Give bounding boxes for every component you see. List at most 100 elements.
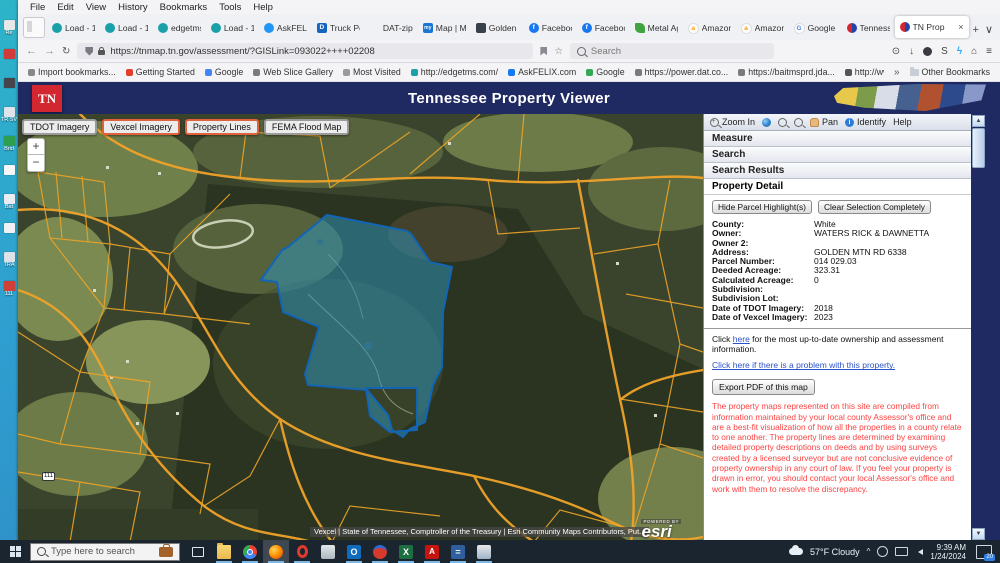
fax-button[interactable] — [315, 540, 341, 563]
acrobat-button[interactable]: A — [419, 540, 445, 563]
weather-label[interactable]: 57°F Cloudy — [810, 547, 860, 557]
desktop-icon[interactable] — [0, 78, 18, 94]
menu-file[interactable]: File — [30, 2, 45, 13]
chrome-button[interactable] — [237, 540, 263, 563]
layer-button-tdot-imagery[interactable]: TDOT Imagery — [22, 119, 97, 135]
browser-tab[interactable]: aAmazon.cc — [736, 18, 789, 38]
pocket-icon[interactable]: ⊙ — [892, 46, 900, 57]
ublock-icon[interactable] — [923, 47, 932, 56]
desktop-icon[interactable] — [0, 49, 18, 65]
bookmark-item[interactable]: http://edgetms.com/ — [411, 67, 498, 77]
desktop-icon[interactable]: TRA — [0, 252, 18, 268]
url-bar[interactable]: https://tnmap.tn.gov/assessment/?GISLink… — [77, 43, 533, 59]
scrollbar-thumb[interactable] — [972, 128, 985, 168]
keyboard-tray-icon[interactable] — [895, 547, 908, 556]
home-icon[interactable]: ⌂ — [971, 46, 977, 57]
browser-tab[interactable]: aAmazon.cc — [683, 18, 736, 38]
bookmark-item[interactable]: Web Slice Gallery — [253, 67, 333, 77]
sidebar-bookmark-icon[interactable] — [540, 47, 547, 56]
bookmark-item[interactable]: https://baitmsprd.jda... — [738, 67, 835, 77]
toolbar-pan[interactable]: Pan — [810, 117, 838, 127]
taskbar-clock[interactable]: 9:39 AM 1/24/2024 — [930, 543, 966, 561]
section-search-results[interactable]: Search Results — [704, 163, 971, 179]
layer-button-vexcel-imagery[interactable]: Vexcel Imagery — [102, 119, 180, 135]
desktop-icon[interactable]: Bat — [0, 194, 18, 210]
start-button[interactable] — [0, 540, 30, 563]
tab-close-icon[interactable]: × — [958, 22, 963, 32]
url-text[interactable]: https://tnmap.tn.gov/assessment/?GISLink… — [110, 46, 374, 57]
volume-icon[interactable] — [915, 549, 923, 555]
browser-tab[interactable]: Metal Agri — [630, 18, 683, 38]
export-pdf-button[interactable]: Export PDF of this map — [712, 379, 815, 395]
menu-view[interactable]: View — [86, 2, 106, 13]
zoom-window-icon[interactable] — [778, 118, 787, 127]
browser-tab[interactable]: AskFELIX.c — [259, 18, 312, 38]
report-problem-link[interactable]: Click here if there is a problem with th… — [712, 360, 895, 370]
zoom-previous-icon[interactable] — [794, 118, 803, 127]
bookmark-item[interactable]: Getting Started — [126, 67, 195, 77]
menu-bookmarks[interactable]: Bookmarks — [160, 2, 208, 13]
layer-button-property-lines[interactable]: Property Lines — [185, 119, 259, 135]
menu-help[interactable]: Help — [253, 2, 273, 13]
desktop-icon[interactable]: Brid — [0, 136, 18, 152]
menu-icon[interactable]: ≡ — [986, 46, 992, 57]
toolbar-zoom-in[interactable]: Zoom In — [710, 117, 755, 127]
browser-tab[interactable]: Golden Mo — [471, 18, 524, 38]
browser-tab[interactable]: Load - 125 — [206, 18, 259, 38]
bookmark-item[interactable]: Import bookmarks... — [28, 67, 116, 77]
download-icon[interactable]: ↓ — [909, 46, 914, 57]
browser-tab[interactable]: fFacebook — [577, 18, 630, 38]
section-measure[interactable]: Measure — [704, 131, 971, 147]
toolbar-help[interactable]: Help — [893, 117, 912, 127]
hide-parcel-highlight-button[interactable]: Hide Parcel Highlight(s) — [712, 200, 812, 214]
s-extension-icon[interactable]: S — [941, 46, 948, 57]
layer-button-fema-flood-map[interactable]: FEMA Flood Map — [264, 119, 350, 135]
browser-tab[interactable]: fFacebook — [524, 18, 577, 38]
firefox-view-icon[interactable] — [23, 17, 45, 38]
scroll-down-icon[interactable]: ▼ — [972, 528, 985, 540]
task-view-button[interactable] — [185, 540, 211, 563]
bookmarks-overflow-button[interactable]: » — [894, 67, 900, 78]
menu-tools[interactable]: Tools — [219, 2, 241, 13]
bookmark-item[interactable]: http://www.eia.gov/p... — [845, 67, 884, 77]
browser-search-field[interactable]: Search — [570, 43, 774, 59]
reload-button[interactable]: ↻ — [62, 46, 70, 57]
other-bookmarks-button[interactable]: Other Bookmarks — [910, 67, 990, 77]
full-extent-icon[interactable] — [762, 118, 771, 127]
browser-tab[interactable]: DAT-zip-zone — [365, 18, 418, 38]
new-tab-button[interactable]: + — [973, 24, 979, 36]
browser-tab[interactable]: Load - 125 — [100, 18, 153, 38]
bookmark-item[interactable]: Google — [586, 67, 624, 77]
desktop-icon[interactable] — [0, 165, 18, 181]
browser-tab[interactable]: TN Prop× — [895, 16, 969, 38]
toolbar-identify[interactable]: Identify — [845, 117, 886, 127]
calculator-button[interactable]: = — [445, 540, 471, 563]
bookmark-item[interactable]: Google — [205, 67, 243, 77]
bookmark-item[interactable]: https://power.dat.co... — [635, 67, 729, 77]
remote-app-button[interactable] — [367, 540, 393, 563]
desktop-icon[interactable]: Re — [0, 20, 18, 36]
list-all-tabs-button[interactable]: ∨ — [985, 23, 993, 36]
assessment-info-link[interactable]: here — [733, 334, 750, 344]
scroll-up-icon[interactable]: ▲ — [972, 115, 985, 127]
weather-cloud-icon[interactable] — [789, 548, 803, 555]
zoom-in-button[interactable]: + — [27, 138, 45, 155]
snip-tool-button[interactable] — [471, 540, 497, 563]
browser-tab[interactable]: Tennessee — [842, 18, 895, 38]
browser-tab[interactable]: myMap | MyT — [418, 18, 471, 38]
notification-center-icon[interactable]: 20 — [976, 545, 992, 559]
map-canvas[interactable]: TDOT Imagery Vexcel Imagery Property Lines… — [18, 114, 703, 540]
zoom-out-button[interactable]: − — [27, 155, 45, 172]
property-detail-header[interactable]: Property Detail — [704, 179, 971, 195]
browser-tab[interactable]: GGoogle — [789, 18, 842, 38]
forward-button[interactable]: → — [44, 46, 55, 57]
status-tray-icon[interactable] — [877, 546, 888, 557]
browser-tab[interactable]: DTruck Post — [312, 18, 365, 38]
lock-icon[interactable] — [98, 50, 105, 55]
tracking-shield-icon[interactable] — [85, 47, 93, 56]
bookmark-item[interactable]: AskFELIX.com — [508, 67, 576, 77]
opera-button[interactable] — [289, 540, 315, 563]
star-bookmark-icon[interactable]: ☆ — [554, 46, 563, 57]
desktop-icon[interactable]: TR SV — [0, 107, 18, 123]
lightning-extension-icon[interactable]: ϟ — [957, 46, 962, 57]
